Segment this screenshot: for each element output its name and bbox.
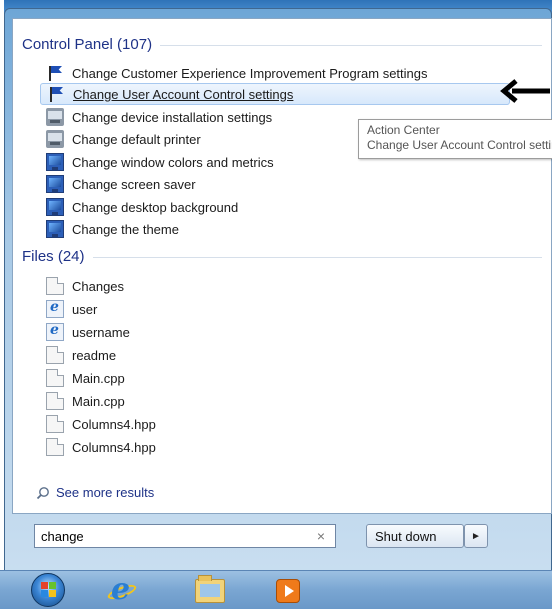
file-item-label: Columns4.hpp bbox=[72, 439, 156, 455]
shut-down-button[interactable]: Shut down bbox=[366, 524, 464, 548]
ie-file-icon bbox=[46, 299, 64, 318]
group-divider bbox=[160, 45, 542, 46]
document-icon bbox=[46, 415, 64, 433]
file-item-username[interactable]: username bbox=[46, 321, 130, 343]
result-item-label: Change default printer bbox=[72, 131, 201, 147]
document-icon bbox=[46, 277, 64, 295]
control-panel-group-header[interactable]: Control Panel (107) bbox=[22, 36, 542, 53]
result-item-label: Change screen saver bbox=[72, 176, 196, 192]
start-orb-icon bbox=[31, 573, 65, 607]
monitor-icon bbox=[46, 175, 64, 193]
result-item-default-printer[interactable]: Change default printer bbox=[46, 128, 201, 150]
tooltip-title: Action Center bbox=[367, 123, 440, 137]
arrow-annotation-icon bbox=[500, 79, 550, 103]
result-item-label: Change desktop background bbox=[72, 199, 239, 215]
shut-down-label: Shut down bbox=[375, 528, 437, 544]
magnifier-icon bbox=[36, 486, 49, 499]
result-item-desktop-background[interactable]: Change desktop background bbox=[46, 196, 238, 218]
files-group-header[interactable]: Files (24) bbox=[22, 248, 542, 265]
monitor-icon bbox=[46, 153, 64, 171]
taskbar: e bbox=[0, 570, 552, 609]
result-item-label: Change device installation settings bbox=[72, 109, 273, 125]
search-box[interactable]: × bbox=[34, 524, 336, 548]
ie-file-icon bbox=[46, 322, 64, 341]
flag-icon bbox=[46, 64, 64, 82]
printer-icon bbox=[46, 130, 64, 148]
monitor-icon bbox=[46, 220, 64, 238]
file-item-main-cpp[interactable]: Main.cpp bbox=[46, 390, 125, 412]
group-divider bbox=[92, 257, 542, 258]
start-button[interactable] bbox=[26, 573, 70, 607]
file-item-columns4-hpp[interactable]: Columns4.hpp bbox=[46, 436, 156, 458]
taskbar-media-player[interactable] bbox=[266, 575, 310, 607]
monitor-icon bbox=[46, 198, 64, 216]
result-item-label: Change window colors and metrics bbox=[72, 154, 274, 170]
internet-explorer-icon: e bbox=[106, 572, 138, 607]
file-item-changes[interactable]: Changes bbox=[46, 275, 124, 297]
control-panel-header-label: Control Panel (107) bbox=[22, 36, 153, 53]
tooltip-description: Change User Account Control settings bbox=[367, 138, 552, 152]
clear-search-icon[interactable]: × bbox=[317, 528, 325, 544]
file-item-label: readme bbox=[72, 347, 117, 363]
result-item-theme[interactable]: Change the theme bbox=[46, 218, 179, 240]
device-icon bbox=[46, 108, 64, 126]
result-item-window-colors[interactable]: Change window colors and metrics bbox=[46, 151, 274, 173]
file-item-main-cpp[interactable]: Main.cpp bbox=[46, 367, 125, 389]
result-item-label: Change the theme bbox=[72, 221, 179, 237]
result-item-label: Change User Account Control settings bbox=[73, 86, 294, 102]
file-item-columns4-hpp[interactable]: Columns4.hpp bbox=[46, 413, 156, 435]
result-item-customer-experience[interactable]: Change Customer Experience Improvement P… bbox=[46, 62, 428, 84]
result-item-label: Change Customer Experience Improvement P… bbox=[72, 65, 428, 81]
file-item-label: Main.cpp bbox=[72, 370, 125, 386]
tooltip: Action Center Change User Account Contro… bbox=[358, 119, 552, 159]
file-item-label: Main.cpp bbox=[72, 393, 125, 409]
document-icon bbox=[46, 346, 64, 364]
file-item-label: Columns4.hpp bbox=[72, 416, 156, 432]
files-header-label: Files (24) bbox=[22, 248, 85, 265]
file-item-user[interactable]: user bbox=[46, 298, 97, 320]
file-item-readme[interactable]: readme bbox=[46, 344, 116, 366]
media-player-icon bbox=[276, 579, 300, 603]
file-item-label: Changes bbox=[72, 278, 125, 294]
result-item-user-account-control[interactable]: Change User Account Control settings bbox=[40, 83, 510, 105]
taskbar-windows-explorer[interactable] bbox=[188, 575, 232, 607]
result-item-screen-saver[interactable]: Change screen saver bbox=[46, 173, 196, 195]
search-input[interactable] bbox=[41, 528, 301, 544]
see-more-label: See more results bbox=[56, 485, 155, 500]
windows-explorer-icon bbox=[195, 575, 225, 603]
result-item-device-installation[interactable]: Change device installation settings bbox=[46, 106, 272, 128]
document-icon bbox=[46, 392, 64, 410]
chevron-right-icon: ► bbox=[471, 530, 481, 542]
document-icon bbox=[46, 438, 64, 456]
shut-down-options-button[interactable]: ► bbox=[464, 524, 488, 548]
flag-icon bbox=[47, 85, 65, 103]
see-more-results-link[interactable]: See more results bbox=[36, 485, 154, 500]
file-item-label: username bbox=[72, 324, 130, 340]
document-icon bbox=[46, 369, 64, 387]
taskbar-internet-explorer[interactable]: e bbox=[100, 572, 144, 607]
file-item-label: user bbox=[72, 301, 98, 317]
